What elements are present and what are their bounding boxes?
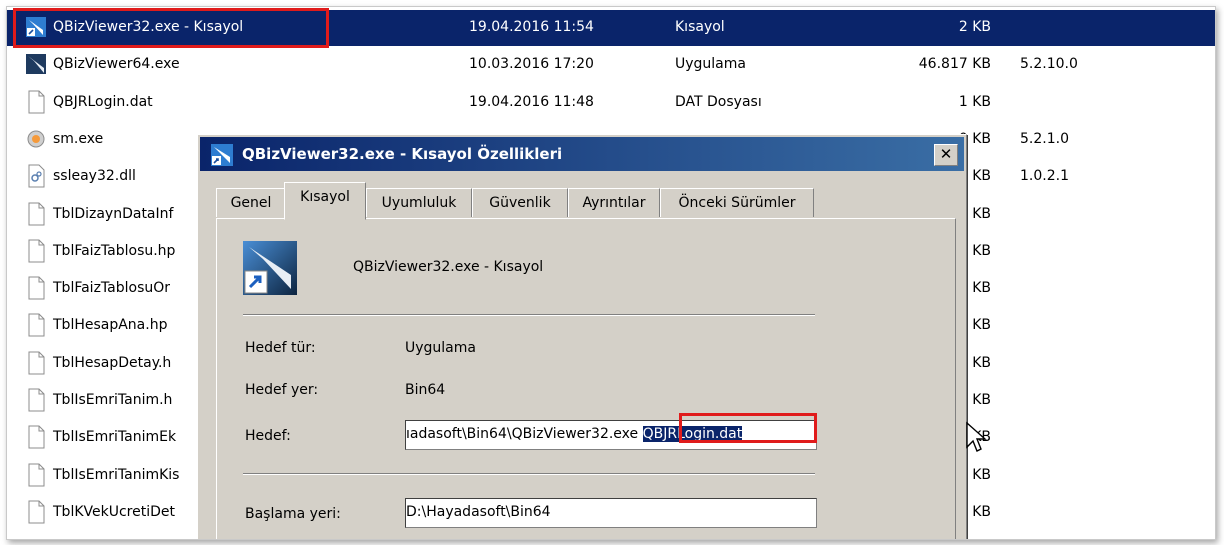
target-location-value: Bin64 (405, 382, 446, 398)
start-in-input-text: D:\Hayadasoft\Bin64 (406, 504, 551, 520)
file-row[interactable]: QBizViewer64.exe 10.03.2016 17:20 Uygulama… (7, 47, 1215, 83)
file-name: QBizViewer64.exe (53, 56, 180, 73)
file-type: DAT Dosyası (675, 93, 762, 110)
tab-label: Ayrıntılar (582, 195, 646, 211)
divider (243, 473, 815, 475)
close-icon: ✕ (939, 145, 953, 163)
start-in-input[interactable]: D:\Hayadasoft\Bin64 (405, 498, 817, 528)
file-name: sm.exe (53, 130, 104, 147)
shortcut-icon (211, 144, 233, 166)
mouse-cursor-icon (966, 421, 987, 452)
target-input-text: ıadasoft\Bin64\QBizViewer32.exe (406, 426, 643, 442)
dialog-titlebar[interactable]: QBizViewer32.exe - Kısayol Özellikleri ✕ (200, 137, 964, 171)
target-type-value: Uygulama (405, 340, 476, 356)
file-type: Uygulama (675, 56, 746, 73)
highlight-box-target-argument (679, 413, 817, 443)
file-name: TblIsEmriTanim.h (53, 392, 173, 408)
file-name: TblKVekUcretiDet (53, 503, 175, 520)
target-location-label: Hedef yer: (245, 382, 319, 398)
file-name: QBJRLogin.dat (53, 93, 153, 110)
target-type-label: Hedef tür: (245, 340, 316, 356)
dialog-title: QBizViewer32.exe - Kısayol Özellikleri (242, 145, 563, 163)
file-name: TblIsEmriTanimKis (53, 466, 180, 483)
file-name: TblFaizTablosuOr (53, 280, 171, 297)
file-size: 2 KB (958, 19, 991, 35)
tab-label: Önceki Sürümler (678, 195, 796, 211)
tab-genel[interactable]: Genel (216, 188, 286, 217)
shortcut-properties-dialog: QBizViewer32.exe - Kısayol Özellikleri ✕… (197, 134, 967, 539)
highlight-box-selected-file (13, 8, 329, 48)
shortcut-name: QBizViewer32.exe - Kısayol (353, 259, 544, 275)
file-name: TblFaizTablosu.hp (53, 242, 176, 259)
file-row[interactable]: QBJRLogin.dat 19.04.2016 11:48 DAT Dosyası… (7, 85, 1215, 121)
application-shortcut-icon (243, 241, 297, 295)
divider (243, 314, 815, 316)
tab-onceki-surumler[interactable]: Önceki Sürümler (660, 188, 814, 217)
shortcut-tab-panel: QBizViewer32.exe - Kısayol Hedef tür: Uy… (216, 218, 956, 539)
file-version: 5.2.1.0 (1020, 130, 1069, 147)
file-size: 46.817 KB (918, 56, 991, 73)
explorer-file-list: QBizViewer32.exe - Kısayol 19.04.2016 11:… (6, 6, 1216, 540)
start-in-label: Başlama yeri: (245, 506, 341, 522)
file-name: TblHesapDetay.h (53, 354, 172, 371)
tab-label: Uyumluluk (381, 195, 457, 211)
tab-kisayol[interactable]: Kısayol (284, 182, 366, 220)
tab-guvenlik[interactable]: Güvenlik (472, 188, 568, 217)
file-date: 10.03.2016 17:20 (469, 56, 594, 73)
file-date: 19.04.2016 11:54 (469, 19, 594, 35)
file-name: TblHesapAna.hp (53, 317, 168, 334)
tab-uyumluluk[interactable]: Uyumluluk (366, 188, 472, 217)
file-date: 19.04.2016 11:48 (469, 93, 594, 110)
file-size: 1 KB (958, 93, 991, 110)
file-name: TblIsEmriTanimEk (53, 429, 177, 446)
tab-label: Kısayol (300, 189, 350, 205)
tab-ayrintilar[interactable]: Ayrıntılar (568, 188, 660, 217)
close-button[interactable]: ✕ (934, 144, 958, 166)
tab-label: Genel (230, 195, 272, 211)
file-name: ssleay32.dll (53, 168, 136, 185)
file-type: Kısayol (675, 19, 725, 35)
tab-label: Güvenlik (489, 195, 551, 211)
target-label: Hedef: (245, 428, 291, 444)
file-version: 1.0.2.1 (1020, 168, 1069, 185)
file-name: TblDizaynDataInf (53, 205, 174, 222)
file-version: 5.2.10.0 (1020, 56, 1078, 73)
